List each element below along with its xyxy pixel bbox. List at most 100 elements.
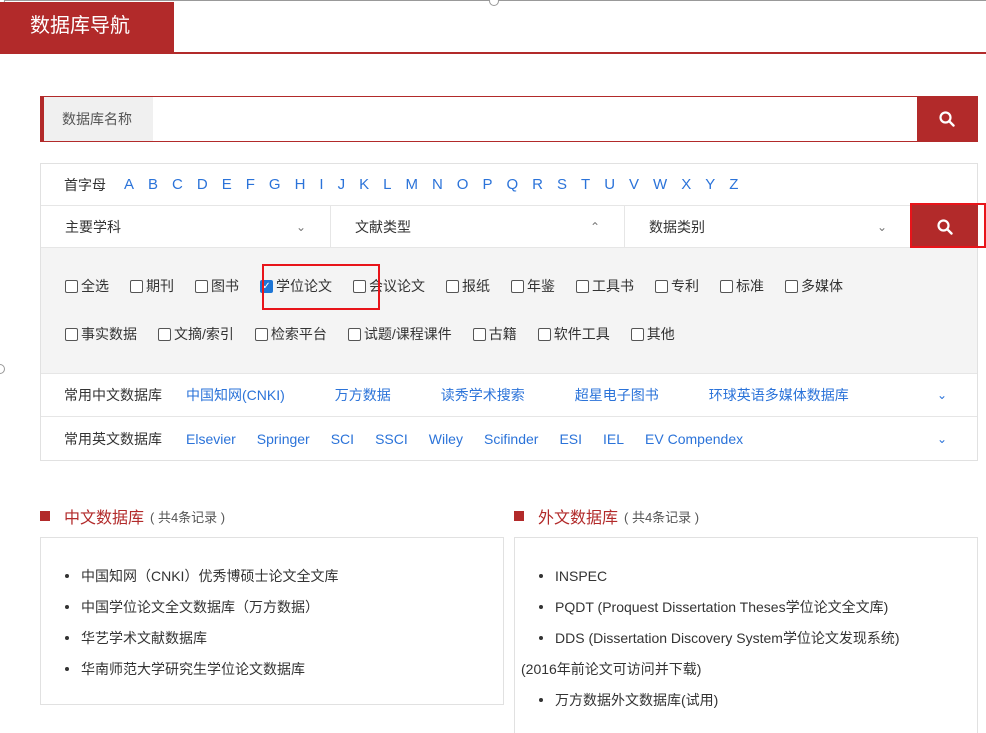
list-item[interactable]: 华艺学术文献数据库 xyxy=(65,622,479,653)
letter-link[interactable]: N xyxy=(432,176,443,193)
checkbox[interactable] xyxy=(446,279,459,293)
resize-handle[interactable] xyxy=(0,364,5,374)
common-db-link[interactable]: Springer xyxy=(257,431,310,447)
letter-link[interactable]: V xyxy=(629,176,639,193)
type-checkbox-platform[interactable]: 检索平台 xyxy=(254,324,327,344)
en-db-count: ( 共4条记录 ) xyxy=(624,509,700,525)
type-checkbox-courseware[interactable]: 试题/课程课件 xyxy=(347,324,452,344)
doc-type-dropdown[interactable]: 文献类型 ⌃ xyxy=(331,206,625,247)
common-db-link[interactable]: 万方数据 xyxy=(335,385,391,405)
common-db-link[interactable]: IEL xyxy=(603,431,624,447)
type-checkbox-newspaper[interactable]: 报纸 xyxy=(446,276,490,296)
common-db-link[interactable]: ESI xyxy=(559,431,582,447)
checkbox[interactable] xyxy=(655,279,668,293)
checkbox[interactable] xyxy=(537,327,551,341)
letter-link[interactable]: P xyxy=(482,176,492,193)
en-db-title: 外文数据库 xyxy=(538,510,619,527)
type-checkbox-other[interactable]: 其他 xyxy=(630,324,675,344)
subject-dropdown[interactable]: 主要学科 ⌄ xyxy=(41,206,331,247)
type-checkbox-all[interactable]: 全选 xyxy=(65,276,109,296)
letter-link[interactable]: W xyxy=(653,176,667,193)
checkbox[interactable] xyxy=(511,279,524,293)
letter-link[interactable]: Q xyxy=(506,176,518,193)
chevron-down-icon[interactable]: ⌄ xyxy=(937,432,947,446)
checkbox-label: 工具书 xyxy=(592,278,634,294)
checkbox[interactable] xyxy=(254,327,268,341)
common-db-link[interactable]: SSCI xyxy=(375,431,408,447)
checkbox[interactable] xyxy=(65,279,78,293)
letter-link[interactable]: H xyxy=(295,176,306,193)
type-checkbox-abstracts[interactable]: 文摘/索引 xyxy=(158,324,234,344)
checkbox[interactable] xyxy=(130,279,143,293)
list-item[interactable]: 中国学位论文全文数据库（万方数据） xyxy=(65,591,479,622)
letter-link[interactable]: L xyxy=(383,176,391,193)
letter-link[interactable]: M xyxy=(405,176,418,193)
doc-type-row: 事实数据 文摘/索引 检索平台 试题/课程课件 古籍 软件工具 其他 xyxy=(65,310,977,358)
type-checkbox-journal[interactable]: 期刊 xyxy=(130,276,174,296)
list-item[interactable]: 万方数据外文数据库(试用) xyxy=(539,684,953,715)
common-db-link[interactable]: SCI xyxy=(331,431,354,447)
letter-link[interactable]: B xyxy=(148,176,158,193)
checkbox[interactable] xyxy=(630,327,644,341)
type-checkbox-multimedia[interactable]: 多媒体 xyxy=(785,276,843,296)
letter-link[interactable]: J xyxy=(338,176,346,193)
letter-link[interactable]: K xyxy=(359,176,369,193)
common-db-link[interactable]: Wiley xyxy=(429,431,463,447)
checkbox[interactable] xyxy=(785,279,798,293)
letter-link[interactable]: D xyxy=(197,176,208,193)
common-en-label: 常用英文数据库 xyxy=(64,430,162,447)
common-db-link[interactable]: 超星电子图书 xyxy=(575,385,659,405)
common-db-link[interactable]: EV Compendex xyxy=(645,431,743,447)
letter-link[interactable]: A xyxy=(124,176,134,193)
resize-handle[interactable] xyxy=(489,0,499,6)
checkbox[interactable] xyxy=(65,327,78,341)
list-item[interactable]: 中国知网（CNKI）优秀博硕士论文全文库 xyxy=(65,560,479,591)
list-item[interactable]: DDS (Dissertation Discovery System学位论文发现… xyxy=(539,622,953,653)
common-db-link[interactable]: 环球英语多媒体数据库 xyxy=(709,385,849,405)
letter-link[interactable]: F xyxy=(246,176,255,193)
common-db-link[interactable]: Elsevier xyxy=(186,431,236,447)
common-db-link[interactable]: 中国知网(CNKI) xyxy=(186,385,285,405)
db-category-dropdown[interactable]: 数据类别 ⌄ xyxy=(625,206,911,247)
type-checkbox-yearbook[interactable]: 年鉴 xyxy=(511,276,555,296)
letter-link[interactable]: G xyxy=(269,176,281,193)
letter-link[interactable]: X xyxy=(681,176,691,193)
search-button[interactable] xyxy=(917,97,977,141)
bullet xyxy=(65,635,69,640)
checkbox[interactable] xyxy=(720,279,733,293)
type-checkbox-software[interactable]: 软件工具 xyxy=(537,324,610,344)
type-checkbox-facts[interactable]: 事实数据 xyxy=(65,324,137,344)
type-checkbox-standard[interactable]: 标准 xyxy=(720,276,764,296)
list-item[interactable]: PQDT (Proquest Dissertation Theses学位论文全文… xyxy=(539,591,953,622)
letter-link[interactable]: C xyxy=(172,176,183,193)
letter-link[interactable]: O xyxy=(457,176,469,193)
letter-link[interactable]: U xyxy=(604,176,615,193)
list-item-label: DDS (Dissertation Discovery System学位论文发现… xyxy=(555,629,900,646)
common-db-link[interactable]: 读秀学术搜索 xyxy=(441,385,525,405)
list-item[interactable]: 华南师范大学研究生学位论文数据库 xyxy=(65,653,479,684)
letter-link[interactable]: Z xyxy=(729,176,738,193)
type-checkbox-ancient-books[interactable]: 古籍 xyxy=(472,324,517,344)
common-cn-databases: 常用中文数据库 中国知网(CNKI) 万方数据 读秀学术搜索 超星电子图书 环球… xyxy=(41,374,977,417)
checkbox[interactable] xyxy=(158,327,171,341)
list-item[interactable]: INSPEC xyxy=(539,560,953,591)
search-input[interactable] xyxy=(153,97,917,141)
letter-link[interactable]: S xyxy=(557,176,567,193)
chevron-down-icon[interactable]: ⌄ xyxy=(937,388,947,402)
checkbox-label: 标准 xyxy=(736,278,764,294)
checkbox[interactable] xyxy=(576,279,589,293)
type-checkbox-book[interactable]: 图书 xyxy=(195,276,239,296)
doc-type-options: 全选 期刊 图书 ✓ 学位论文 会议论文 报纸 年鉴 工具书 专利 标准 多媒体 … xyxy=(41,248,977,374)
letter-link[interactable]: E xyxy=(222,176,232,193)
type-checkbox-reference[interactable]: 工具书 xyxy=(576,276,634,296)
letter-link[interactable]: T xyxy=(581,176,590,193)
list-item-label: 中国学位论文全文数据库（万方数据） xyxy=(81,598,319,615)
type-checkbox-patent[interactable]: 专利 xyxy=(655,276,699,296)
checkbox[interactable] xyxy=(472,327,486,341)
letter-link[interactable]: R xyxy=(532,176,543,193)
checkbox[interactable] xyxy=(347,327,361,341)
letter-link[interactable]: I xyxy=(319,176,323,193)
letter-link[interactable]: Y xyxy=(705,176,715,193)
common-db-link[interactable]: Scifinder xyxy=(484,431,538,447)
checkbox[interactable] xyxy=(195,279,208,293)
